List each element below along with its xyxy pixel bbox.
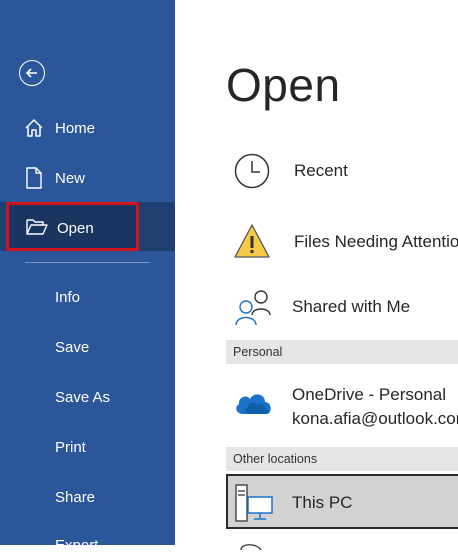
sidebar-divider [25,262,150,263]
sidebar-item-label: Home [55,119,96,137]
backstage-sidebar: Home New Open Info Save Save As Print Sh… [0,0,175,554]
location-label: OneDrive - Personal [292,385,447,404]
computer-icon [234,483,274,528]
clock-icon [233,152,271,195]
location-label: Files Needing Attention [294,232,458,251]
new-document-icon [23,167,45,189]
sidebar-item-export[interactable]: Export [55,537,98,554]
sidebar-item-label: New [55,169,86,187]
sidebar-item-new[interactable]: New [0,153,175,203]
sidebar-item-save[interactable]: Save [55,339,89,356]
page-title: Open [226,59,341,111]
location-recent[interactable]: Recent [175,150,458,192]
section-header-personal: Personal [226,340,458,364]
onedrive-account-email: kona.afia@outlook.com [292,409,458,428]
location-this-pc[interactable]: This PC [226,474,458,529]
section-header-other-locations: Other locations [226,447,458,471]
location-shared-with-me[interactable]: Shared with Me [175,286,458,328]
warning-icon [233,222,271,265]
sidebar-item-open[interactable]: Open [6,202,139,251]
location-label: Shared with Me [292,297,411,316]
partial-icon [237,537,267,555]
home-icon [23,117,45,139]
folder-open-icon [26,218,48,241]
people-icon [233,287,273,332]
sidebar-item-print[interactable]: Print [55,439,86,456]
sidebar-item-share[interactable]: Share [55,489,95,506]
sidebar-item-info[interactable]: Info [55,289,80,306]
open-pane: Open Recent Files Needing Attention Shar… [175,0,458,551]
sidebar-item-save-as[interactable]: Save As [55,389,110,406]
location-files-needing-attention[interactable]: Files Needing Attention [175,220,458,264]
location-label: This PC [292,493,353,512]
sidebar-item-label: Open [57,220,94,237]
location-onedrive-personal[interactable]: OneDrive - Personal kona.afia@outlook.co… [175,378,458,430]
back-arrow-icon[interactable] [19,60,45,86]
sidebar-item-home[interactable]: Home [0,103,175,153]
location-label: Recent [294,161,348,180]
onedrive-cloud-icon [233,390,273,421]
